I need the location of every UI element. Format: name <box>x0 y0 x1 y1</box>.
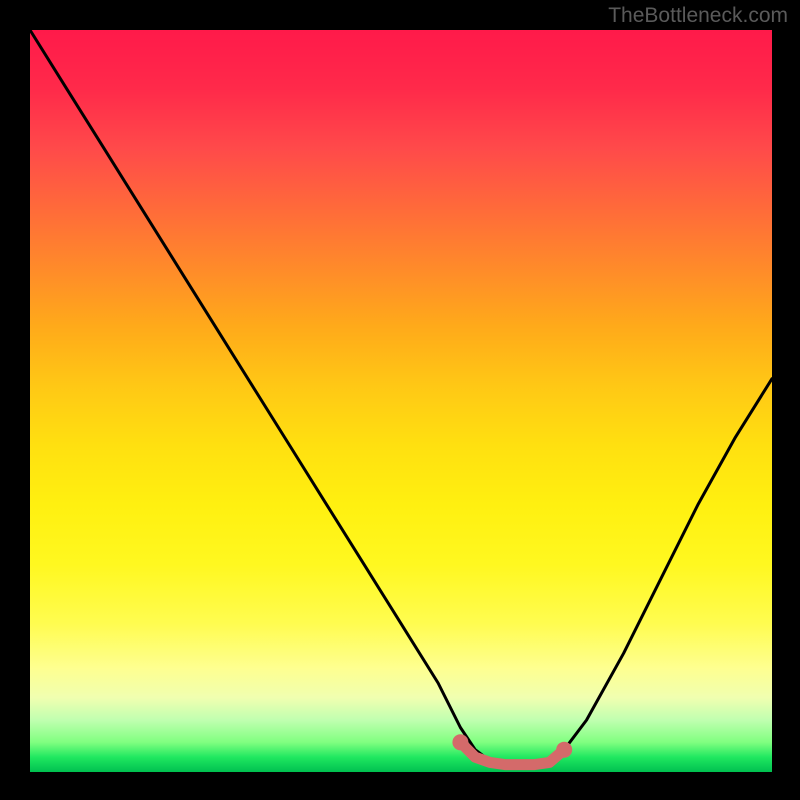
chart-svg <box>30 30 772 772</box>
chart-plot-area <box>30 30 772 772</box>
optimal-marker <box>452 734 572 764</box>
bottleneck-curve <box>30 30 772 765</box>
watermark-text: TheBottleneck.com <box>608 4 788 28</box>
